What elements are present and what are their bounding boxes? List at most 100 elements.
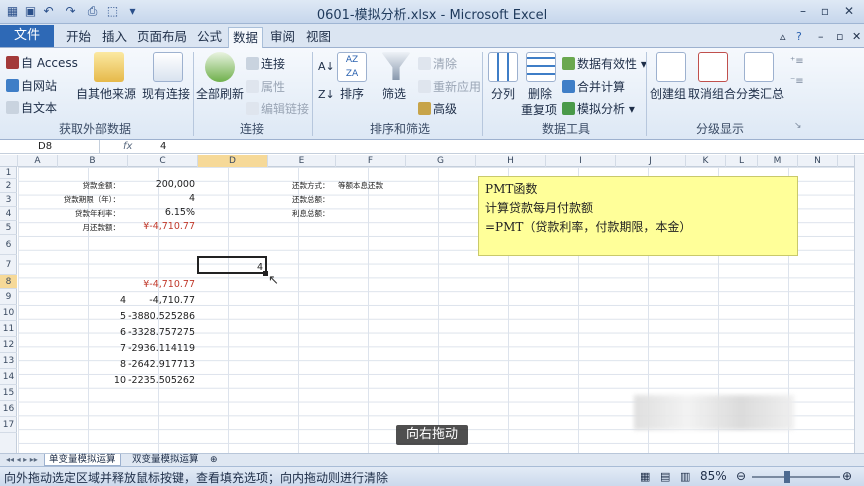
connections-button[interactable]: 连接 xyxy=(246,55,285,72)
formula-input[interactable]: 4 xyxy=(160,140,166,154)
zoom-out-button[interactable]: ⊖ xyxy=(736,469,746,483)
row-header[interactable]: 16 xyxy=(0,401,17,417)
workbook-close-button[interactable]: ✕ xyxy=(848,27,864,48)
cell-f2[interactable]: 等额本息还款 xyxy=(338,180,383,191)
sheet-tab-single-variable[interactable]: 单变量模拟运算 xyxy=(44,454,121,466)
cell-b11[interactable]: 5 xyxy=(58,311,126,322)
reapply-button[interactable]: 重新应用 xyxy=(418,78,481,95)
cell-b3[interactable]: 贷款期限（年）： xyxy=(30,194,120,205)
column-header-c[interactable]: C xyxy=(128,155,198,167)
sort-button[interactable]: 排序 xyxy=(340,85,364,102)
column-header-h[interactable]: H xyxy=(476,155,546,167)
what-if-analysis-button[interactable]: 模拟分析 ▾ xyxy=(562,100,635,117)
column-header-b[interactable]: B xyxy=(58,155,128,167)
close-button[interactable]: ✕ xyxy=(838,2,860,20)
name-box[interactable]: D8 xyxy=(0,140,100,154)
tab-home[interactable]: 开始 xyxy=(62,27,95,48)
vertical-scrollbar[interactable] xyxy=(854,155,864,453)
existing-connections-button[interactable]: 现有连接 xyxy=(142,85,190,102)
from-web-button[interactable]: 自网站 xyxy=(6,77,57,94)
insert-sheet-icon[interactable]: ⊕ xyxy=(206,454,222,466)
row-header[interactable]: 13 xyxy=(0,353,17,369)
cell-b4[interactable]: 贷款年利率： xyxy=(40,208,120,219)
row-header[interactable]: 12 xyxy=(0,337,17,353)
sheet-nav-arrows-icon[interactable]: ◂◂ ◂ ▸ ▸▸ xyxy=(2,454,42,466)
tab-file[interactable]: 文件 xyxy=(0,25,54,47)
other-sources-button[interactable]: 自其他来源 xyxy=(76,85,136,102)
column-header-m[interactable]: M xyxy=(758,155,798,167)
insert-function-icon[interactable]: fx xyxy=(123,140,132,154)
row-header[interactable]: 1 xyxy=(0,167,17,179)
row-header[interactable]: 4 xyxy=(0,207,17,221)
tab-insert[interactable]: 插入 xyxy=(98,27,131,48)
cell-c5[interactable]: ¥-4,710.77 xyxy=(128,221,195,232)
outline-dialog-launcher-icon[interactable]: ↘ xyxy=(794,121,802,131)
cell-b15[interactable]: 10 xyxy=(58,375,126,386)
column-header-e[interactable]: E xyxy=(268,155,336,167)
row-header[interactable]: 17 xyxy=(0,417,17,433)
normal-view-icon[interactable]: ▦ xyxy=(640,470,650,483)
cell-c2[interactable]: 200,000 xyxy=(128,179,195,190)
cell-c12[interactable]: -3328.757275 xyxy=(128,327,195,338)
zoom-slider-thumb[interactable] xyxy=(784,471,790,483)
tab-data[interactable]: 数据 xyxy=(228,27,264,49)
advanced-filter-button[interactable]: 高级 xyxy=(418,100,457,117)
text-to-columns-button[interactable]: 分列 xyxy=(491,85,515,102)
workbook-restore-button[interactable]: ▫ xyxy=(832,27,847,48)
zoom-in-button[interactable]: ⊕ xyxy=(842,469,852,483)
active-cell-selection[interactable] xyxy=(197,256,267,274)
cell-b5[interactable]: 月还款额： xyxy=(40,222,121,233)
sheet-tab-two-variable[interactable]: 双变量模拟运算 xyxy=(128,454,203,466)
filter-button[interactable]: 筛选 xyxy=(382,85,406,102)
sort-ascending-icon[interactable]: A↓ xyxy=(318,60,335,73)
tab-view[interactable]: 视图 xyxy=(302,27,335,48)
cell-c3[interactable]: 4 xyxy=(128,193,195,204)
data-validation-button[interactable]: 数据有效性 ▾ xyxy=(562,55,647,72)
cell-c11[interactable]: -3880.525286 xyxy=(128,311,195,322)
column-header-j[interactable]: J xyxy=(616,155,686,167)
hide-detail-icon[interactable]: ⁻≡ xyxy=(790,76,804,87)
from-text-button[interactable]: 自文本 xyxy=(6,99,57,116)
cell-c13[interactable]: -2936.114119 xyxy=(128,343,195,354)
tab-review[interactable]: 审阅 xyxy=(266,27,299,48)
cell-e4[interactable]: 利息总额： xyxy=(292,208,330,219)
row-header[interactable]: 5 xyxy=(0,221,17,235)
cell-c15[interactable]: -2235.505262 xyxy=(128,375,195,386)
row-header[interactable]: 11 xyxy=(0,321,17,337)
remove-duplicates-button[interactable]: 删除 xyxy=(528,85,552,102)
column-header-i[interactable]: I xyxy=(546,155,616,167)
column-header-a[interactable]: A xyxy=(18,155,58,167)
properties-button[interactable]: 属性 xyxy=(246,78,285,95)
show-detail-icon[interactable]: ⁺≡ xyxy=(790,56,804,67)
maximize-button[interactable]: ▫ xyxy=(814,2,836,20)
row-header[interactable]: 14 xyxy=(0,369,17,385)
select-all-corner[interactable] xyxy=(0,155,18,167)
clear-filter-button[interactable]: 清除 xyxy=(418,55,457,72)
cell-b13[interactable]: 7 xyxy=(58,343,126,354)
cell-b2[interactable]: 贷款金额： xyxy=(40,180,121,191)
column-header-l[interactable]: L xyxy=(726,155,758,167)
row-header[interactable]: 7 xyxy=(0,255,17,275)
sort-descending-icon[interactable]: Z↓ xyxy=(318,88,335,101)
zoom-level[interactable]: 85% xyxy=(700,469,727,483)
from-access-button[interactable]: 自 Access xyxy=(6,54,78,71)
cell-c9[interactable]: ¥-4,710.77 xyxy=(128,279,195,290)
column-header-k[interactable]: K xyxy=(686,155,726,167)
workbook-minimize-button[interactable]: – xyxy=(814,27,828,48)
column-header-f[interactable]: F xyxy=(336,155,406,167)
cell-e2[interactable]: 还款方式： xyxy=(292,180,330,191)
cell-b14[interactable]: 8 xyxy=(58,359,126,370)
cell-c10[interactable]: -4,710.77 xyxy=(128,295,195,306)
cell-c4[interactable]: 6.15% xyxy=(128,207,195,218)
minimize-button[interactable]: – xyxy=(792,2,814,20)
row-header[interactable]: 15 xyxy=(0,385,17,401)
cell-b10[interactable]: 4 xyxy=(58,295,126,306)
tab-formulas[interactable]: 公式 xyxy=(193,27,226,48)
row-header[interactable]: 6 xyxy=(0,235,17,255)
ungroup-button[interactable]: 取消组合 xyxy=(688,85,736,102)
row-header[interactable]: 8 xyxy=(0,275,17,289)
row-header[interactable]: 10 xyxy=(0,305,17,321)
column-header-g[interactable]: G xyxy=(406,155,476,167)
subtotal-button[interactable]: 分类汇总 xyxy=(736,85,784,102)
cell-e3[interactable]: 还款总额： xyxy=(292,194,330,205)
